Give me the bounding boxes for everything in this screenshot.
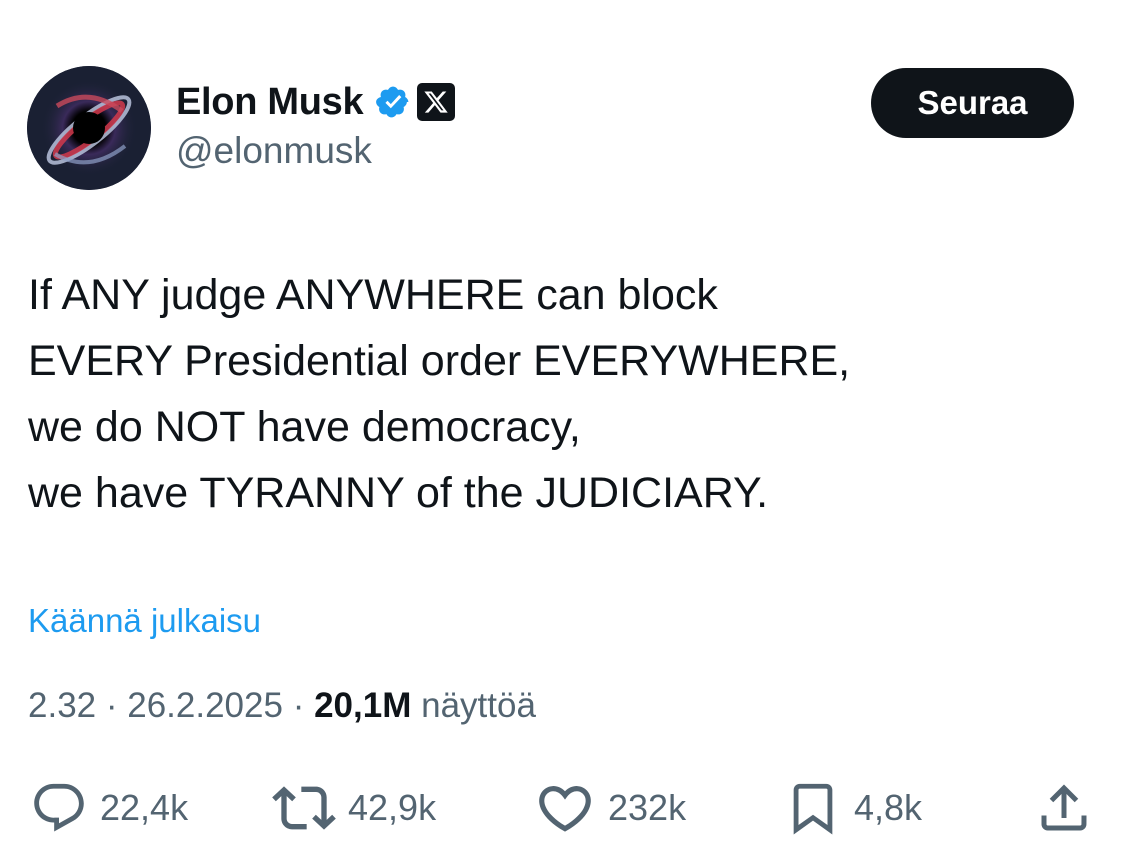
repost-button[interactable]: 42,9k [272, 778, 436, 838]
meta-separator: · [292, 686, 315, 725]
like-count: 232k [608, 787, 687, 828]
author-handle[interactable]: @elonmusk [176, 130, 372, 172]
bookmark-count: 4,8k [854, 787, 923, 828]
author-name[interactable]: Elon Musk [176, 81, 364, 124]
bookmark-icon [793, 783, 833, 835]
x-logo-icon[interactable] [417, 83, 456, 121]
views-count[interactable]: 20,1M [314, 686, 411, 725]
heart-icon [539, 786, 591, 832]
views-label: näyttöä [421, 686, 536, 725]
tweet-text: If ANY judge ANYWHERE can block EVERY Pr… [28, 262, 1088, 526]
tweet-text-line: EVERY Presidential order EVERYWHERE, [28, 337, 851, 385]
avatar[interactable] [27, 66, 151, 190]
tweet-text-line: If ANY judge ANYWHERE can block [28, 271, 718, 319]
tweet-detail: Elon Musk @elonmusk Seuraa If ANY judge … [0, 0, 1125, 861]
tweet-text-line: we have TYRANNY of the JUDICIARY. [28, 469, 769, 517]
bookmark-button[interactable]: 4,8k [784, 778, 922, 838]
reply-button[interactable]: 22,4k [30, 778, 188, 838]
meta-separator: · [105, 686, 128, 725]
author-name-row: Elon Musk [176, 78, 456, 126]
verified-badge-icon[interactable] [375, 84, 411, 120]
tweet-text-line: we do NOT have democracy, [28, 403, 581, 451]
repost-icon [272, 786, 336, 830]
like-button[interactable]: 232k [534, 778, 686, 838]
tweet-date[interactable]: 26.2.2025 [127, 686, 283, 725]
reply-icon [34, 783, 84, 832]
translate-post-link[interactable]: Käännä julkaisu [28, 602, 261, 640]
repost-count: 42,9k [348, 787, 437, 828]
reply-count: 22,4k [100, 787, 189, 828]
tweet-time[interactable]: 2.32 [28, 686, 96, 725]
black-hole-avatar [27, 66, 151, 190]
tweet-meta: 2.32 · 26.2.2025 · 20,1M näyttöä [28, 686, 536, 726]
x-logo-glyph [424, 91, 449, 113]
share-icon [1041, 784, 1087, 831]
share-button[interactable] [1034, 778, 1094, 838]
action-bar: 22,4k 42,9k 232k 4,8k [0, 778, 1125, 838]
follow-button[interactable]: Seuraa [871, 68, 1074, 138]
